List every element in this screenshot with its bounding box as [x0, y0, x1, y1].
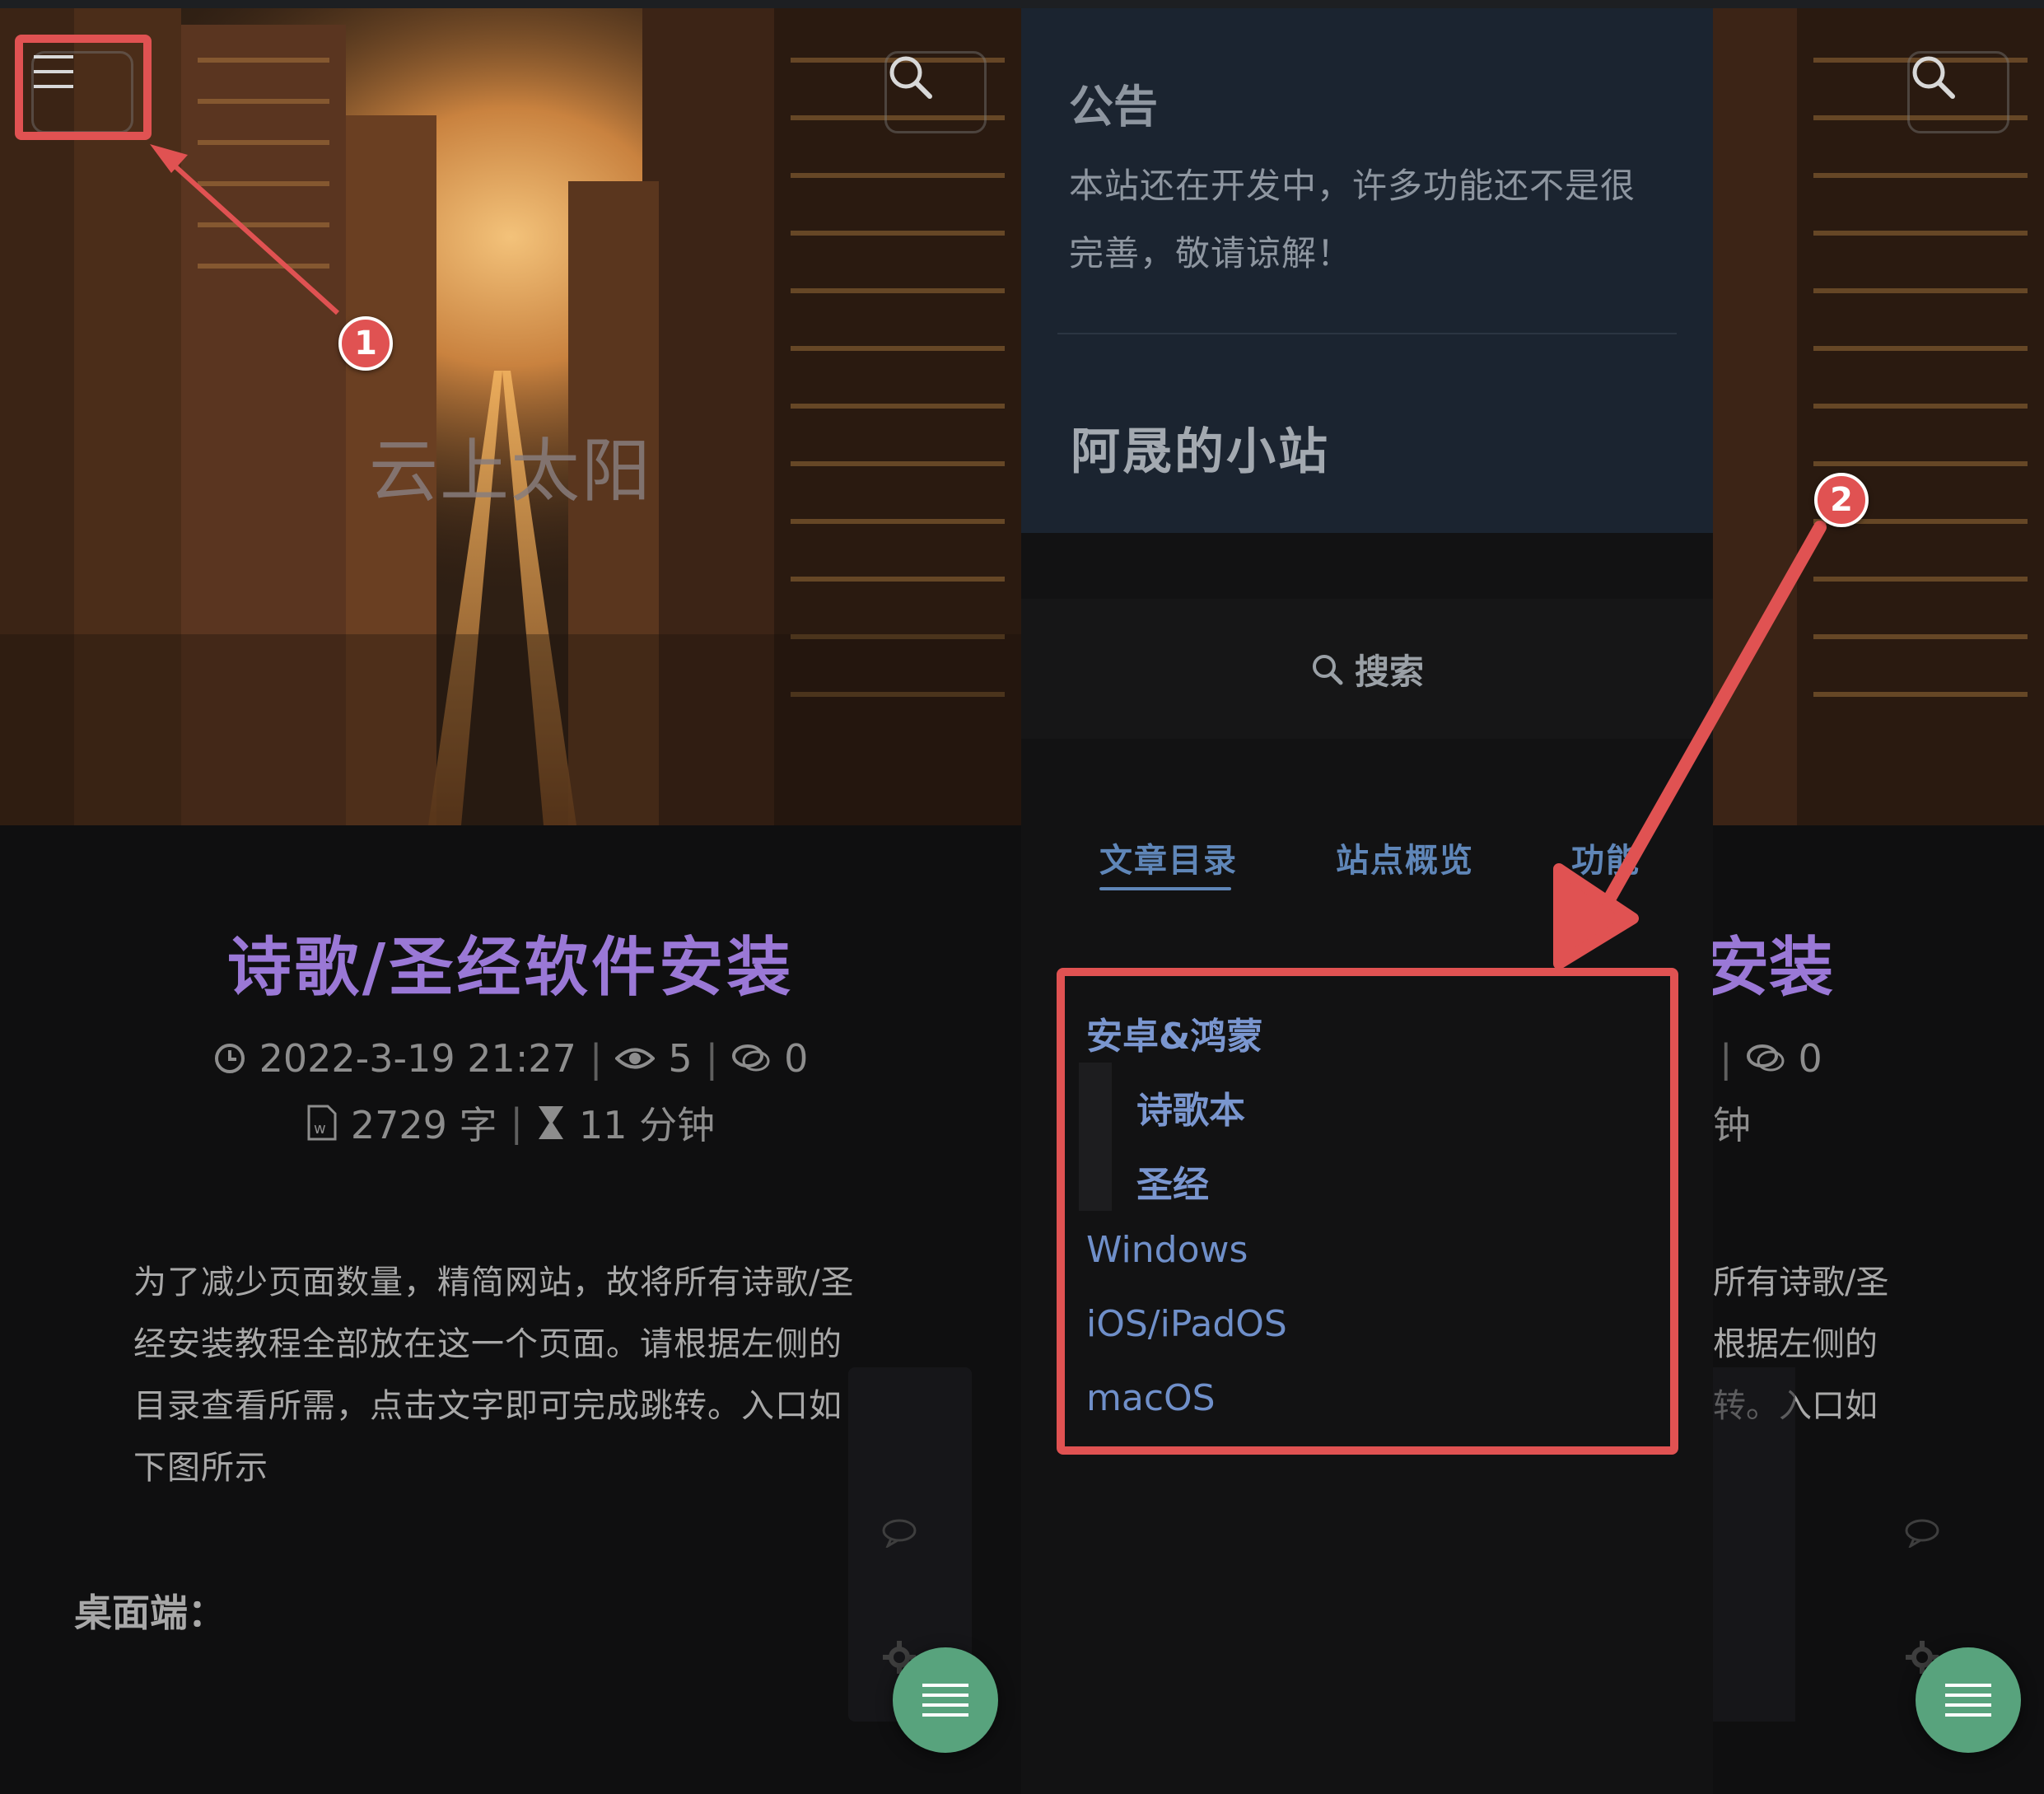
word-file-icon: w	[307, 1105, 337, 1141]
hourglass-icon	[539, 1106, 564, 1139]
post-meta-row-2: w 2729 字 | 11 分钟	[0, 1096, 1021, 1150]
word-count: 2729 字	[350, 1103, 497, 1147]
tab-features[interactable]: 功能	[1571, 834, 1640, 881]
comment-count: 0	[784, 1036, 809, 1081]
announcement-title: 公告	[1069, 81, 1158, 133]
annotation-badge-2: 2	[1814, 473, 1869, 527]
article-title: 诗歌/圣经软件安装	[226, 931, 795, 1005]
svg-text:w: w	[314, 1120, 326, 1138]
search-button[interactable]	[884, 51, 987, 133]
comment-icon[interactable]	[881, 1518, 917, 1548]
sidebar-drawer: 公告 本站还在开发中，许多功能还不是很 完善，敬请谅解！ 阿晟的小站 搜索 文章…	[1021, 8, 1713, 1794]
search-label: 搜索	[1354, 651, 1424, 692]
comment-count: 0	[1798, 1036, 1822, 1081]
toc-toggle-button[interactable]	[1916, 1647, 2021, 1753]
comment-icon	[1746, 1044, 1784, 1072]
article-title-fragment: 安装	[1713, 931, 1834, 1005]
comment-icon[interactable]	[1904, 1518, 1940, 1548]
hero-image: 云上太阳	[0, 8, 1021, 825]
announcement-card: 公告 本站还在开发中，许多功能还不是很 完善，敬请谅解！ 阿晟的小站	[1021, 8, 1713, 533]
meta-separator: |	[589, 1036, 603, 1081]
post-meta-row-1: 2022-3-19 21:27 | 5 | 0	[0, 1036, 1021, 1081]
sidebar-search-button[interactable]: 搜索	[1021, 599, 1713, 739]
read-time-fragment: 钟	[1713, 1103, 1751, 1147]
announcement-line: 本站还在开发中，许多功能还不是很	[1069, 166, 1636, 206]
article-body: 为了减少页面数量，精简网站，故将所有诗歌/圣 经安装教程全部放在这一个页面。请根…	[133, 1252, 891, 1499]
list-icon	[1945, 1684, 1991, 1717]
list-icon	[922, 1684, 968, 1717]
hero-title: 云上太阳	[368, 431, 652, 512]
post-meta-fragment: | 0	[1720, 1036, 1822, 1081]
hero-image	[1713, 8, 2044, 825]
divider	[1057, 333, 1677, 334]
clock-icon	[214, 1044, 245, 1073]
tab-site-overview[interactable]: 站点概览	[1336, 834, 1474, 881]
read-time: 11 分钟	[579, 1103, 716, 1147]
body-line: 为了减少页面数量，精简网站，故将所有诗歌/圣	[133, 1264, 855, 1301]
search-icon	[1312, 655, 1343, 685]
search-button[interactable]	[1907, 51, 2009, 133]
annotation-box-toc	[1057, 968, 1678, 1455]
announcement-line: 完善，敬请谅解！	[1069, 233, 1353, 273]
article-page: 云上太阳 诗歌/圣经软件安装 2022-3-19 21:27 | 5 | 0 w…	[0, 8, 1021, 1794]
announcement-text: 本站还在开发中，许多功能还不是很 完善，敬请谅解！	[1069, 152, 1678, 287]
toc-toggle-button[interactable]	[893, 1647, 998, 1753]
annotation-box-menu	[15, 35, 152, 140]
post-datetime: 2022-3-19 21:27	[259, 1036, 576, 1081]
eye-icon	[615, 1048, 656, 1069]
search-icon	[1912, 56, 1955, 99]
status-strip	[0, 0, 2044, 8]
meta-separator: |	[1720, 1036, 1733, 1081]
tab-toc[interactable]: 文章目录	[1099, 834, 1238, 881]
section-heading-desktop: 桌面端：	[74, 1591, 226, 1635]
body-line: 目录查看所需，点击文字即可完成跳转。入口如	[133, 1387, 842, 1425]
body-line: 下图所示	[133, 1449, 268, 1487]
article-page-peek: 安装 | 0 钟 所有诗歌/圣 根据左侧的 转。入口如	[1713, 8, 2044, 1794]
body-line: 所有诗歌/圣	[1713, 1264, 1889, 1301]
search-icon	[889, 56, 932, 99]
meta-separator: |	[705, 1036, 719, 1081]
view-count: 5	[668, 1036, 693, 1081]
active-tab-indicator	[1099, 887, 1231, 890]
meta-separator: |	[510, 1100, 524, 1145]
comment-icon	[732, 1044, 770, 1072]
floating-side-tools	[1713, 1367, 1795, 1722]
body-line: 经安装教程全部放在这一个页面。请根据左侧的	[133, 1325, 842, 1363]
body-line: 根据左侧的	[1713, 1325, 1878, 1363]
site-name[interactable]: 阿晟的小站	[1071, 412, 1330, 484]
annotation-badge-1: 1	[338, 316, 393, 371]
